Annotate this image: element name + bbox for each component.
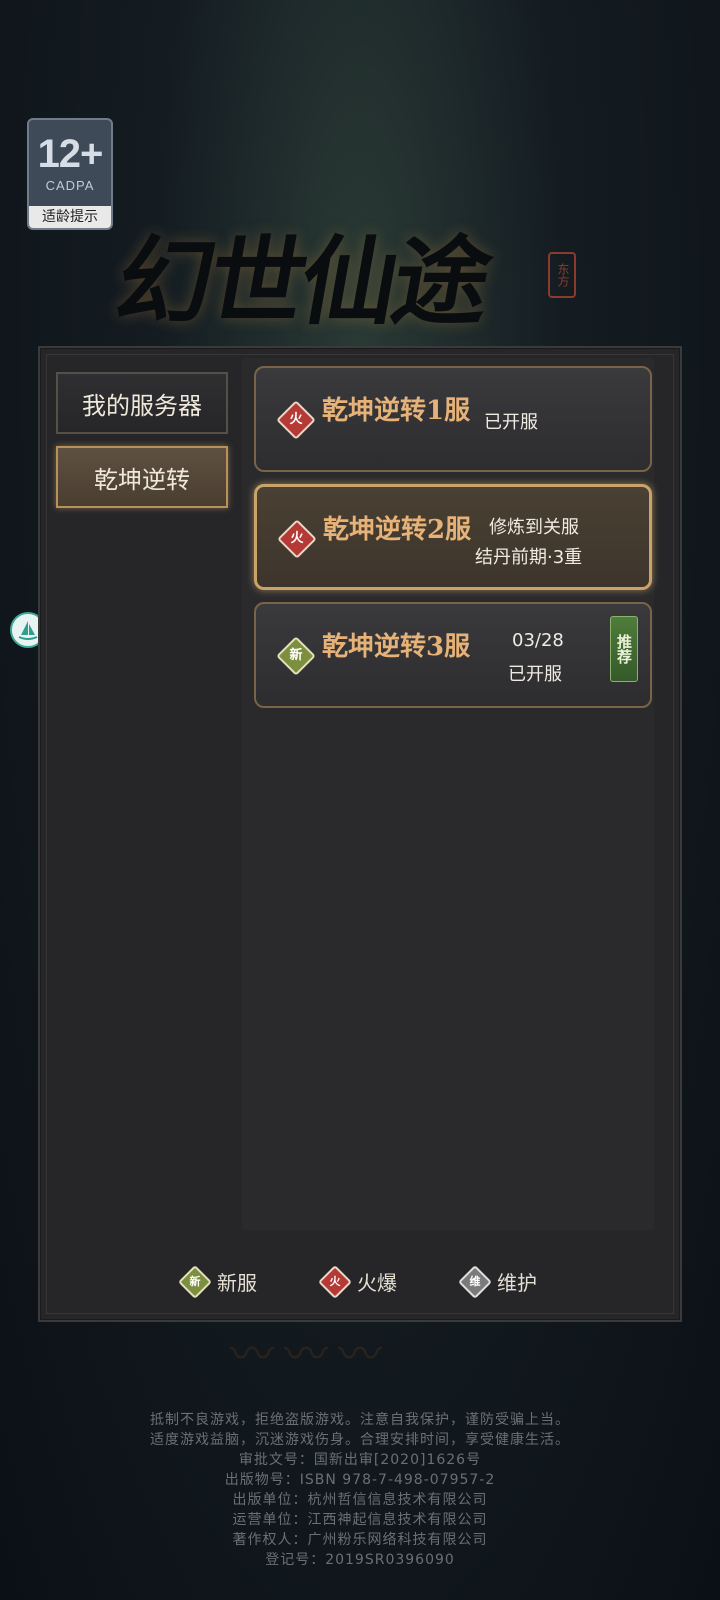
recommend-tag: 推荐 — [610, 616, 638, 682]
footer-line: 登记号：2019SR0396090 — [265, 1552, 455, 1568]
tab-qiankun[interactable]: 乾坤逆转 — [56, 446, 228, 508]
maintenance-badge-icon: 维 — [458, 1264, 492, 1299]
legend-new: 新 新服 — [178, 1264, 257, 1299]
age-rating-number: 12+ — [37, 132, 104, 176]
footer-line: 审批文号：国新出审[2020]1626号 — [238, 1452, 482, 1468]
hot-badge-icon: 火 — [276, 400, 316, 440]
server-select-panel: 我的服务器 乾坤逆转 火 乾坤逆转1服 已开服 火 乾坤逆转2服 修炼到关服 结… — [38, 346, 682, 1322]
server-status: 已开服 — [508, 664, 562, 685]
legend-label: 火爆 — [357, 1271, 397, 1295]
footer-line: 适度游戏益脑，沉迷游戏伤身。合理安排时间，享受健康生活。 — [150, 1432, 570, 1448]
server-name: 乾坤逆转1服 — [322, 396, 471, 426]
age-rating-org: CADPA — [45, 178, 95, 193]
server-open-date: 03/28 — [512, 630, 564, 651]
server-status: 已开服 — [484, 412, 538, 433]
footer-line: 出版物号：ISBN 978-7-498-07957-2 — [224, 1472, 496, 1488]
footer-line: 著作权人：广州粉乐网络科技有限公司 — [232, 1532, 488, 1548]
new-badge-icon: 新 — [178, 1264, 212, 1299]
age-rating-badge[interactable]: 12+ CADPA 适龄提示 — [27, 118, 113, 230]
age-rating-tip: 适龄提示 — [29, 206, 111, 228]
server-status: 修炼到关服 — [489, 517, 579, 538]
hot-badge-icon: 火 — [277, 519, 317, 559]
legend-hot: 火 火爆 — [318, 1264, 397, 1299]
legend-maint: 维 维护 — [458, 1264, 537, 1299]
game-logo: 幻世仙途 — [108, 225, 497, 338]
footer-line: 抵制不良游戏，拒绝盗版游戏。注意自我保护，谨防受骗上当。 — [150, 1412, 570, 1428]
sail-icon — [18, 621, 38, 640]
server-progress: 结丹前期·3重 — [475, 547, 583, 568]
legal-footer: 抵制不良游戏，拒绝盗版游戏。注意自我保护，谨防受骗上当。 适度游戏益脑，沉迷游戏… — [0, 1410, 720, 1570]
server-card-2[interactable]: 火 乾坤逆转2服 修炼到关服 结丹前期·3重 — [254, 484, 652, 590]
hot-badge-icon: 火 — [318, 1264, 352, 1299]
legend-label: 维护 — [497, 1271, 537, 1295]
server-name: 乾坤逆转2服 — [323, 515, 472, 545]
server-card-3[interactable]: 新 乾坤逆转3服 03/28 已开服 推荐 — [254, 602, 652, 708]
background-art-text: 〰〰〰 — [230, 1329, 392, 1380]
server-card-1[interactable]: 火 乾坤逆转1服 已开服 — [254, 366, 652, 472]
logo-seal: 东方 — [548, 252, 576, 298]
status-legend: 新 新服 火 火爆 维 维护 — [40, 1264, 680, 1299]
new-badge-icon: 新 — [276, 636, 316, 676]
server-name: 乾坤逆转3服 — [322, 632, 471, 662]
legend-label: 新服 — [217, 1271, 257, 1295]
tab-my-servers[interactable]: 我的服务器 — [56, 372, 228, 434]
footer-line: 运营单位：江西神起信息技术有限公司 — [232, 1512, 488, 1528]
footer-line: 出版单位：杭州哲信信息技术有限公司 — [232, 1492, 488, 1508]
